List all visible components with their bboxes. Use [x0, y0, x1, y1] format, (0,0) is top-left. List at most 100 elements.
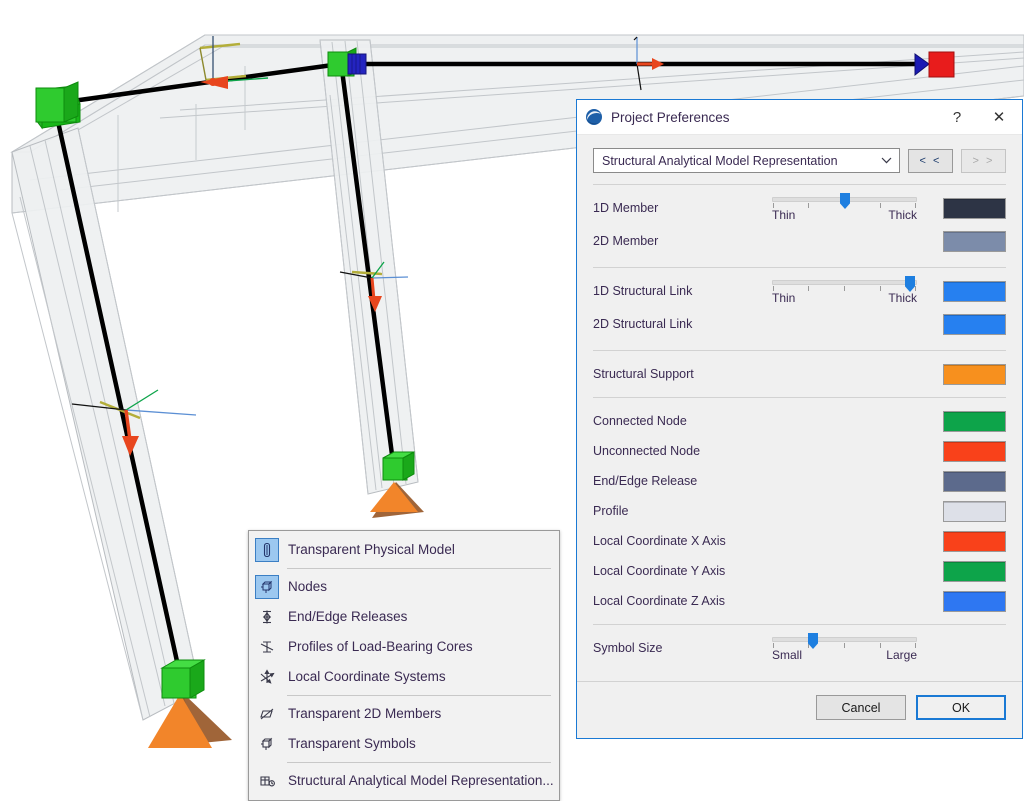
- row-label: Structural Support: [593, 367, 694, 381]
- menu-item-transparent-2d-members[interactable]: Transparent 2D Members: [249, 699, 559, 729]
- member-section: 1D Member Thin Thick 2D Member: [577, 185, 1022, 267]
- slider-min-label: Thin: [772, 291, 796, 305]
- row-label: 1D Structural Link: [593, 284, 693, 298]
- member-thickness-slider-area: Thin Thick: [768, 193, 943, 223]
- row-label: Connected Node: [593, 414, 687, 428]
- end-edge-release-color-swatch[interactable]: [943, 470, 1006, 492]
- dialog-title-bar: Project Preferences ? ✕: [577, 100, 1022, 135]
- project-preferences-dialog[interactable]: Project Preferences ? ✕ Structural Analy…: [576, 99, 1023, 739]
- row-2d-structural-link: 2D Structural Link: [593, 306, 1006, 342]
- symbol-size-slider[interactable]: Small Large: [772, 633, 917, 662]
- menu-separator: [287, 762, 551, 763]
- slider-end-labels: Small Large: [772, 648, 917, 662]
- menu-item-label: Transparent Symbols: [288, 736, 416, 752]
- slider-end-labels: Thin Thick: [772, 208, 917, 222]
- ok-button[interactable]: OK: [916, 695, 1006, 720]
- previous-page-button[interactable]: < <: [908, 148, 953, 173]
- preferences-page-value: Structural Analytical Model Representati…: [602, 153, 838, 168]
- menu-item-label: End/Edge Releases: [288, 609, 408, 625]
- transparent-symbols-icon: [255, 732, 279, 756]
- row-1d-member: 1D Member Thin Thick: [593, 193, 1006, 223]
- row-label: 1D Member: [593, 201, 659, 215]
- local-coordinate-systems-icon: [255, 665, 279, 689]
- row-label: Local Coordinate Y Axis: [593, 564, 726, 578]
- row-unconnected-node: Unconnected Node: [593, 436, 1006, 466]
- menu-item-label: Profiles of Load-Bearing Cores: [288, 639, 473, 655]
- menu-separator: [287, 695, 551, 696]
- end-edge-releases-icon: [255, 605, 279, 629]
- structural-link-section: 1D Structural Link Thin Thick 2D Structu…: [577, 268, 1022, 350]
- local-coordinate-y-axis-color-swatch[interactable]: [943, 560, 1006, 582]
- menu-item-transparent-symbols[interactable]: Transparent Symbols: [249, 729, 559, 759]
- row-profile: Profile: [593, 496, 1006, 526]
- preferences-page-dropdown[interactable]: Structural Analytical Model Representati…: [593, 148, 900, 173]
- row-label: Unconnected Node: [593, 444, 701, 458]
- row-local-coordinate-z-axis: Local Coordinate Z Axis: [593, 586, 1006, 616]
- archicad-sphere-icon: [585, 108, 603, 126]
- menu-item-label: Transparent Physical Model: [288, 542, 455, 558]
- menu-item-label: Structural Analytical Model Representati…: [288, 773, 554, 789]
- 1d-member-color-swatch[interactable]: [943, 197, 1006, 219]
- structural-support-section: Structural Support: [577, 351, 1022, 397]
- cancel-button[interactable]: Cancel: [816, 695, 906, 720]
- profile-color-swatch[interactable]: [943, 500, 1006, 522]
- close-button[interactable]: ✕: [978, 101, 1020, 134]
- symbol-size-section: Symbol Size Small Large: [577, 625, 1022, 671]
- transparent-physical-model-icon: [255, 538, 279, 562]
- profiles-load-bearing-cores-icon: [255, 635, 279, 659]
- slider-min-label: Small: [772, 648, 803, 662]
- node-unconnected-beam-right: [928, 51, 955, 78]
- dialog-title: Project Preferences: [611, 109, 730, 125]
- symbol-size-slider-area: Small Large: [768, 633, 943, 663]
- menu-item-nodes[interactable]: Nodes: [249, 572, 559, 602]
- view-options-context-menu[interactable]: Transparent Physical Model Nodes End/Edg…: [248, 530, 560, 801]
- row-structural-support: Structural Support: [593, 359, 1006, 389]
- 2d-structural-link-color-swatch[interactable]: [943, 313, 1006, 335]
- row-symbol-size: Symbol Size Small Large: [593, 633, 1006, 663]
- row-local-coordinate-x-axis: Local Coordinate X Axis: [593, 526, 1006, 556]
- row-end-edge-release: End/Edge Release: [593, 466, 1006, 496]
- menu-item-local-coordinate-systems[interactable]: Local Coordinate Systems: [249, 662, 559, 692]
- slider-min-label: Thin: [772, 208, 796, 222]
- local-coordinate-x-axis-color-swatch[interactable]: [943, 530, 1006, 552]
- row-label: End/Edge Release: [593, 474, 698, 488]
- slider-max-label: Thick: [888, 208, 917, 222]
- local-coordinate-z-axis-color-swatch[interactable]: [943, 590, 1006, 612]
- menu-item-profiles-of-load-bearing-cores[interactable]: Profiles of Load-Bearing Cores: [249, 632, 559, 662]
- row-label: Local Coordinate Z Axis: [593, 594, 726, 608]
- transparent-2d-members-icon: [255, 702, 279, 726]
- preferences-selector-row: Structural Analytical Model Representati…: [577, 135, 1022, 184]
- nodes-icon: [255, 575, 279, 599]
- next-page-button[interactable]: > >: [961, 148, 1006, 173]
- slider-max-label: Thick: [888, 291, 917, 305]
- row-label: Profile: [593, 504, 629, 518]
- menu-item-label: Local Coordinate Systems: [288, 669, 446, 685]
- menu-item-transparent-physical-model[interactable]: Transparent Physical Model: [249, 535, 559, 565]
- 1d-structural-link-color-swatch[interactable]: [943, 280, 1006, 302]
- menu-item-label: Transparent 2D Members: [288, 706, 442, 722]
- row-2d-member: 2D Member: [593, 223, 1006, 259]
- row-label: Local Coordinate X Axis: [593, 534, 726, 548]
- nodes-and-axes-section: Connected Node Unconnected Node End/Edge…: [577, 398, 1022, 624]
- 1d-member-thickness-slider[interactable]: Thin Thick: [772, 193, 917, 222]
- row-local-coordinate-y-axis: Local Coordinate Y Axis: [593, 556, 1006, 586]
- structural-support-color-swatch[interactable]: [943, 363, 1006, 385]
- help-button[interactable]: ?: [936, 101, 978, 134]
- connected-node-color-swatch[interactable]: [943, 410, 1006, 432]
- node-connected-top-left: [35, 81, 81, 130]
- row-connected-node: Connected Node: [593, 406, 1006, 436]
- menu-item-structural-analytical-model-representation[interactable]: Structural Analytical Model Representati…: [249, 766, 559, 796]
- end-edge-release-top-corner: [347, 53, 367, 75]
- unconnected-node-color-swatch[interactable]: [943, 440, 1006, 462]
- slider-ticks: [772, 642, 917, 649]
- row-label: Symbol Size: [593, 641, 663, 655]
- slider-end-labels: Thin Thick: [772, 291, 917, 305]
- slider-max-label: Large: [886, 648, 917, 662]
- chevron-down-icon: [877, 157, 895, 164]
- dialog-footer: Cancel OK: [577, 681, 1022, 738]
- menu-separator: [287, 568, 551, 569]
- 2d-member-color-swatch[interactable]: [943, 230, 1006, 252]
- structural-analytical-model-representation-icon: [255, 769, 279, 793]
- menu-item-end-edge-releases[interactable]: End/Edge Releases: [249, 602, 559, 632]
- 1d-structural-link-thickness-slider[interactable]: Thin Thick: [772, 276, 917, 305]
